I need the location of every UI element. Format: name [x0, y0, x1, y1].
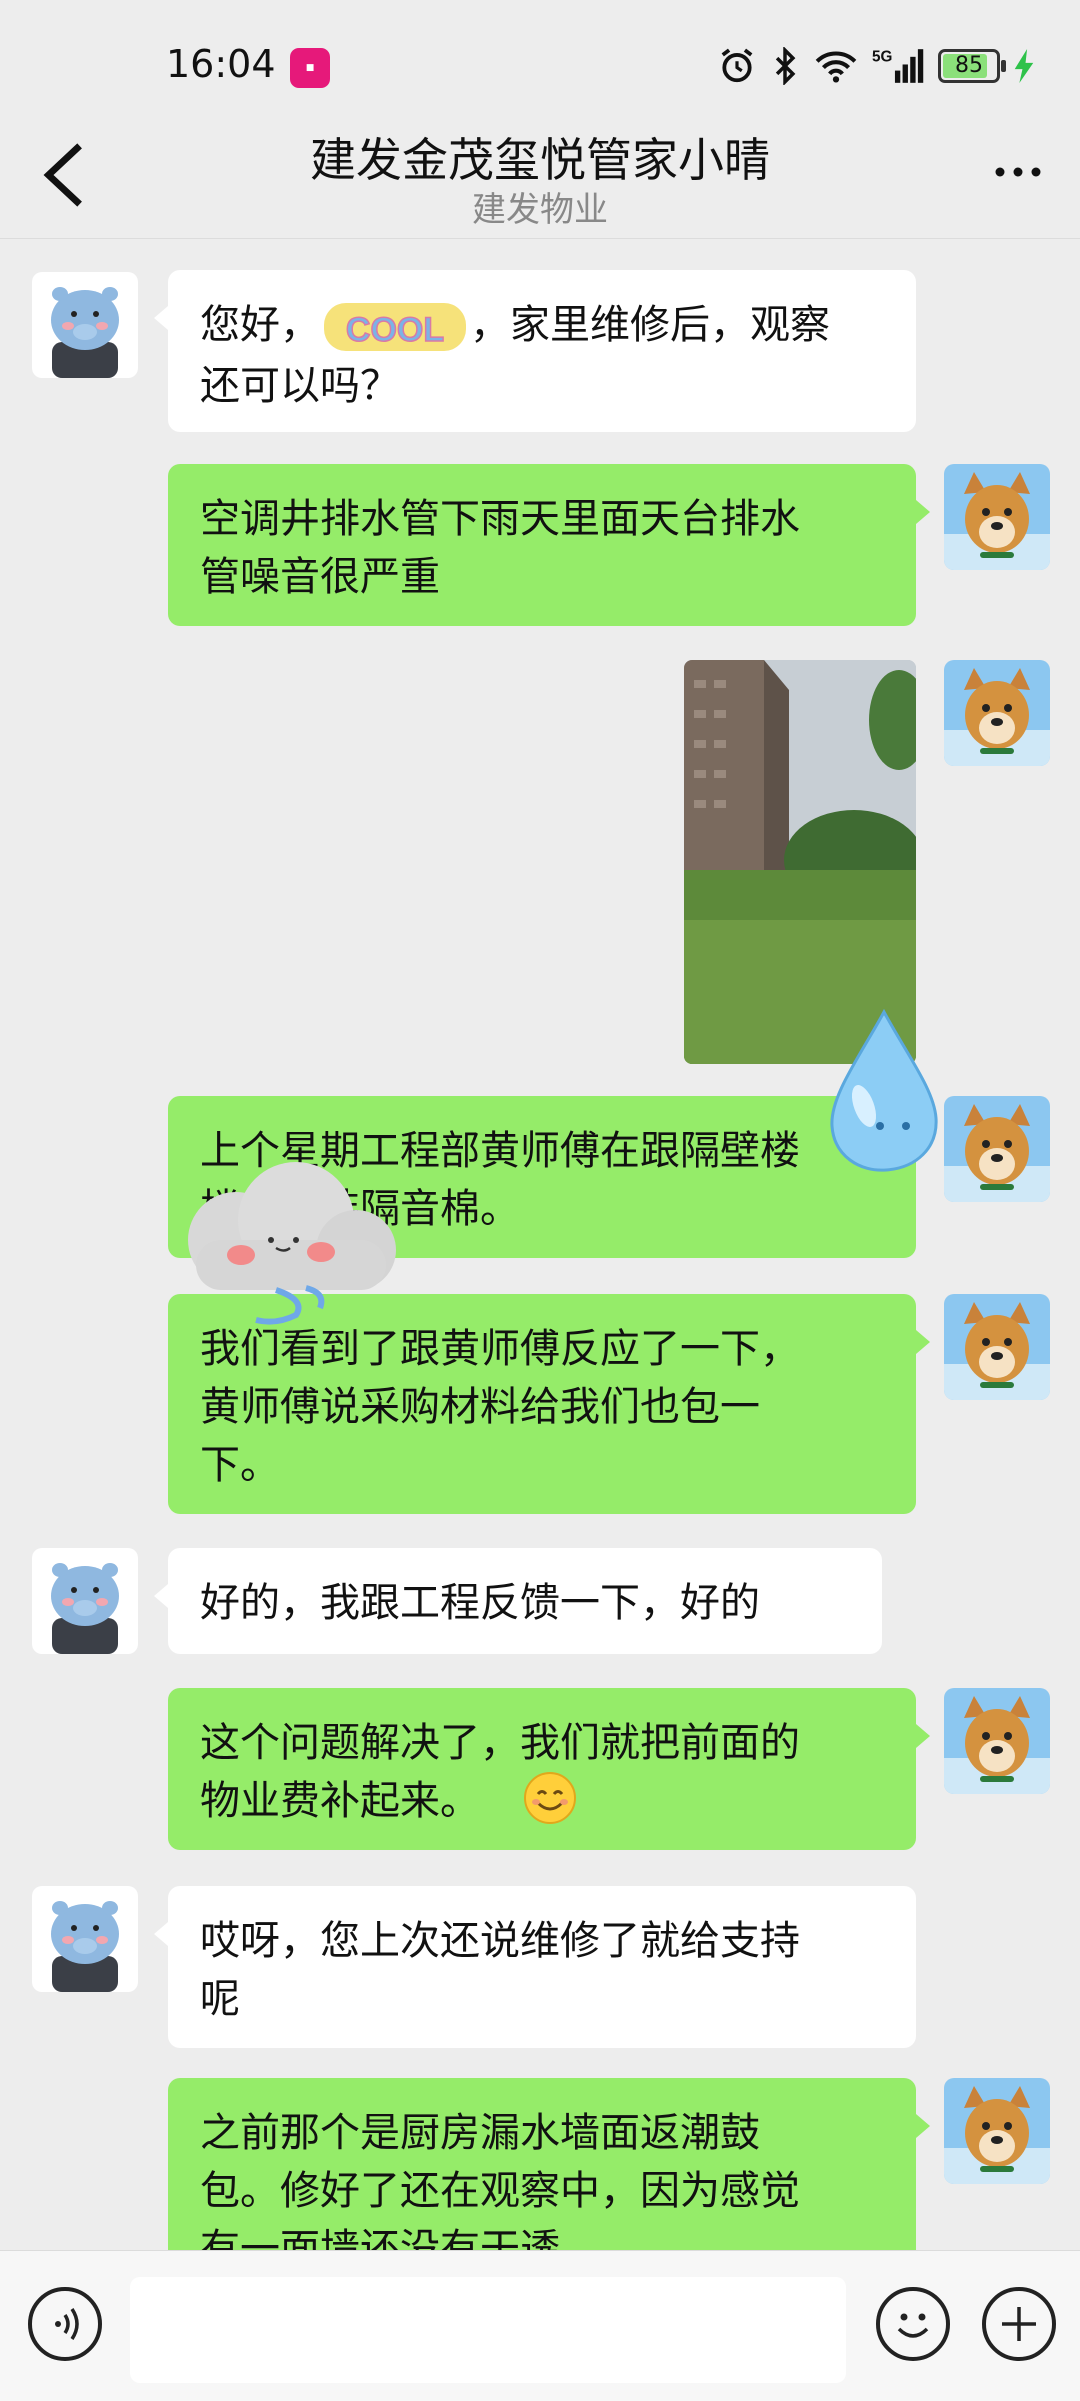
message-text: 哎呀，您上次还说维修了就给支持 呢 [200, 1918, 800, 2022]
message-text: 好的，我跟工程反馈一下，好的 [200, 1580, 760, 1626]
message-text: 这个问题解决了，我们就把前面的 物业费补起来。 [200, 1720, 800, 1824]
avatar-manager[interactable] [32, 272, 138, 378]
status-time: 16:04 [166, 42, 276, 86]
status-icons: 5G 85 [718, 44, 1034, 88]
bluetooth-icon [775, 47, 796, 85]
wifi-icon [815, 51, 857, 83]
message-bubble[interactable]: 哎呀，您上次还说维修了就给支持 呢 [154, 1886, 916, 2048]
voice-toggle-button[interactable] [28, 2287, 102, 2361]
message-text: 空调井排水管下雨天里面天台排水 管噪音很严重 [200, 496, 800, 600]
message-bubble[interactable]: 好的，我跟工程反馈一下，好的 [154, 1548, 882, 1654]
voice-icon [55, 2308, 79, 2340]
avatar-self[interactable] [944, 1096, 1050, 1202]
message-bubble[interactable]: 您好， COOL ，家里维修后，观察 还可以吗？ [154, 270, 916, 432]
cloud-sticker-icon [188, 1162, 396, 1325]
avatar-manager[interactable] [32, 1548, 138, 1654]
message-text: 之前那个是厨房漏水墙面返潮鼓 包。修好了还在观察中，因为感觉 有一面墙还没有干透 [200, 2110, 800, 2272]
battery-icon: 85 [938, 49, 1006, 83]
chat-header: 建发金茂玺悦管家小晴 建发物业 [0, 120, 1080, 239]
plus-icon [1002, 2307, 1036, 2341]
chat-subtitle: 建发物业 [472, 190, 608, 230]
alarm-icon [721, 48, 753, 83]
emoji-button[interactable] [876, 2287, 950, 2361]
smiley-icon [897, 2313, 929, 2338]
message-text: 我们看到了跟黄师傅反应了一下， 黄师傅说采购材料给我们也包一 下。 [200, 1326, 800, 1488]
avatar-self[interactable] [944, 1688, 1050, 1794]
status-bar: 16:04 ■ 5G 85 [0, 0, 1080, 120]
avatar-manager[interactable] [32, 1886, 138, 1992]
battery-level: 85 [955, 53, 983, 78]
message-bubble[interactable]: 空调井排水管下雨天里面天台排水 管噪音很严重 [168, 464, 930, 626]
app-notification-icon: ■ [290, 48, 330, 88]
svg-text:5G: 5G [872, 48, 892, 65]
message-input[interactable] [130, 2277, 846, 2383]
avatar-self[interactable] [944, 2078, 1050, 2184]
avatar-self[interactable] [944, 464, 1050, 570]
input-bar [0, 2250, 1080, 2401]
more-functions-button[interactable] [982, 2287, 1056, 2361]
water-drop-sticker-icon [830, 1008, 938, 1172]
avatar-self[interactable] [944, 1294, 1050, 1400]
more-options-icon[interactable] [988, 152, 1048, 192]
avatar-self[interactable] [944, 660, 1050, 766]
chat-title: 建发金茂玺悦管家小晴 [310, 133, 770, 187]
sticker-text: COOL [346, 311, 444, 349]
signal-5g-icon: 5G [872, 48, 924, 83]
charging-icon [1014, 49, 1034, 83]
cool-sticker-icon: COOL [324, 303, 466, 351]
photo-message[interactable] [684, 660, 916, 1064]
message-text: 您好， [200, 302, 320, 348]
smile-emoji-icon [524, 1772, 576, 1824]
